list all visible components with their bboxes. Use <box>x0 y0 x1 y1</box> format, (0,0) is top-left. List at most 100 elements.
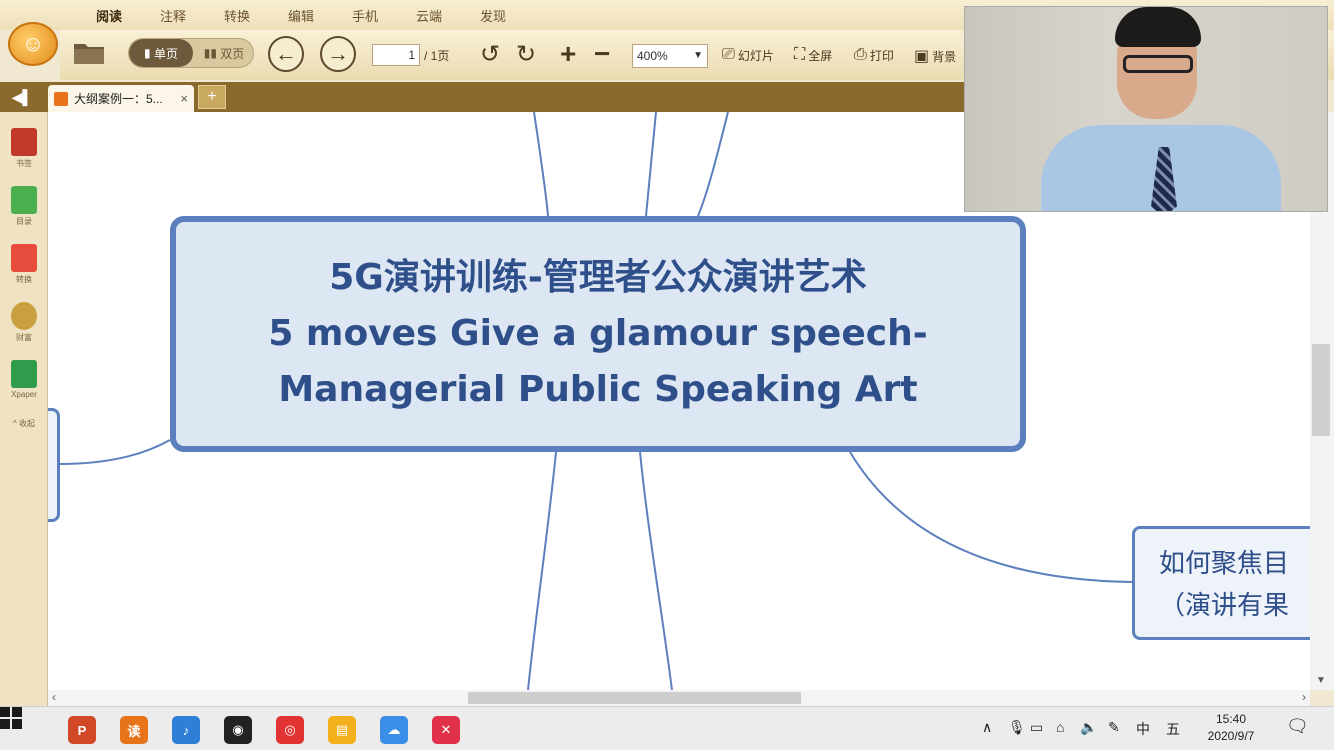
music-icon[interactable]: ♪ <box>172 716 200 744</box>
ime-mode[interactable]: 五 <box>1166 719 1180 739</box>
ime-language[interactable]: 中 <box>1136 719 1150 739</box>
mindmap-topic-left[interactable] <box>48 408 60 522</box>
clock-date: 2020/9/7 <box>1207 729 1255 743</box>
prev-page-button[interactable]: ← <box>268 36 304 72</box>
central-topic-line: 5G演讲训练-管理者公众演讲艺术 <box>329 257 867 298</box>
document-icon <box>54 91 68 106</box>
connector-line <box>849 451 1133 583</box>
clock-time: 15:40 <box>1215 712 1247 726</box>
zoom-in-icon[interactable]: + <box>560 38 576 70</box>
arrow-left-icon: ← <box>275 41 297 66</box>
notification-icon[interactable]: 🗨 <box>1286 716 1309 737</box>
sidebar-item-wealth[interactable]: 财富 <box>4 302 44 343</box>
sidebar-item-xpaper[interactable]: Xpaper <box>4 360 44 399</box>
document-tab-bar: ◀▌ 大纲案例一：5... × + <box>0 82 965 112</box>
single-page-button[interactable]: ▮ 单页 <box>129 39 193 67</box>
sidebar-label: 目录 <box>16 217 32 226</box>
background-button[interactable]: ▣ 背景 <box>914 46 956 66</box>
next-page-button[interactable]: → <box>320 36 356 72</box>
fullscreen-label: 全屏 <box>808 48 833 63</box>
menu-tab-mobile[interactable]: 手机 <box>352 6 378 25</box>
printer-icon: ⎙ <box>854 46 867 63</box>
open-folder-icon[interactable] <box>72 38 106 66</box>
menu-tab-discover[interactable]: 发现 <box>480 6 506 25</box>
central-topic-line: 5 moves Give a glamour speech- <box>268 313 928 354</box>
page-number-input[interactable]: 1 <box>372 44 420 66</box>
double-page-icon: ▮▮ <box>203 46 221 60</box>
vertical-scroll-thumb[interactable] <box>1312 344 1330 436</box>
fullscreen-icon: ⛶ <box>794 46 806 63</box>
sidebar-label: 书签 <box>16 159 32 168</box>
microphone-icon[interactable]: 🎙 <box>1008 719 1026 736</box>
menu-tab-read[interactable]: 阅读 <box>96 6 122 25</box>
topic-line: （演讲有果 <box>1159 591 1290 621</box>
baidu-pan-icon[interactable]: ☁ <box>380 716 408 744</box>
zoom-value: 400% <box>637 49 668 63</box>
connector-line <box>639 451 673 690</box>
new-tab-button[interactable]: + <box>198 85 226 109</box>
xpaper-icon <box>11 360 37 388</box>
horizontal-scrollbar[interactable]: ‹ › <box>48 690 1310 706</box>
connector-line <box>533 112 549 217</box>
sidebar-label: ^ 收起 <box>13 419 35 428</box>
chevron-up-icon[interactable]: ∧ <box>982 719 992 736</box>
files-icon[interactable]: ▤ <box>328 716 356 744</box>
mindmap-central-topic[interactable]: 5G演讲训练-管理者公众演讲艺术 5 moves Give a glamour … <box>170 216 1026 452</box>
reader-icon[interactable]: 读 <box>120 716 148 744</box>
slideshow-button[interactable]: ⎚ 幻灯片 <box>722 46 774 64</box>
chevron-down-icon: ▼ <box>693 50 703 61</box>
sidebar-label: 转换 <box>16 275 32 284</box>
screen: 阅读 注释 转换 编辑 手机 云端 发现 ☺ ▮ 单页 ▮▮ 双页 ← → 1 … <box>0 0 1334 750</box>
pen-icon[interactable]: ✎ <box>1108 719 1120 736</box>
xmind-icon[interactable]: ✕ <box>432 716 460 744</box>
rotate-right-icon[interactable]: ↻ <box>516 40 536 69</box>
wealth-icon <box>11 302 37 330</box>
zoom-select[interactable]: 400% ▼ <box>632 44 708 68</box>
mindmap-topic-right[interactable]: 如何聚焦目 （演讲有果 <box>1132 526 1310 640</box>
rotate-left-icon[interactable]: ↺ <box>480 40 500 69</box>
fullscreen-button[interactable]: ⛶ 全屏 <box>794 46 832 64</box>
sidebar-item-toc[interactable]: 目录 <box>4 186 44 227</box>
document-tab[interactable]: 大纲案例一：5... × <box>48 85 194 112</box>
slideshow-label: 幻灯片 <box>737 48 774 63</box>
sidebar-collapse-icon[interactable]: ◀▌ <box>4 87 40 107</box>
horizontal-scroll-thumb[interactable] <box>468 692 801 704</box>
system-clock[interactable]: 15:40 2020/9/7 <box>1196 711 1266 745</box>
toc-icon <box>11 186 37 214</box>
connector-line <box>645 112 657 217</box>
double-page-button[interactable]: ▮▮ 双页 <box>195 39 253 67</box>
volume-icon[interactable]: 🔈 <box>1080 719 1097 736</box>
presenter-hair <box>1115 7 1201 47</box>
sidebar-item-convert[interactable]: 转换 <box>4 244 44 285</box>
chevron-right-icon[interactable]: › <box>1302 690 1306 704</box>
menu-tab-cloud[interactable]: 云端 <box>416 6 442 25</box>
sidebar-item-bookmarks[interactable]: 书签 <box>4 128 44 169</box>
convert-icon <box>11 244 37 272</box>
arrow-right-icon: → <box>327 41 349 66</box>
single-page-label: 单页 <box>153 46 178 61</box>
zoom-out-icon[interactable]: − <box>594 38 610 70</box>
chevron-left-icon[interactable]: ‹ <box>52 690 56 704</box>
chevron-down-icon[interactable]: ▼ <box>1316 675 1326 686</box>
menu-tab-convert[interactable]: 转换 <box>224 6 250 25</box>
netease-music-icon[interactable]: ◎ <box>276 716 304 744</box>
connector-line <box>59 439 171 465</box>
app-logo-icon[interactable]: ☺ <box>8 22 58 66</box>
connector-line <box>527 451 557 690</box>
windows-start-icon[interactable] <box>0 707 22 729</box>
camera-icon[interactable]: ◉ <box>224 716 252 744</box>
slideshow-icon: ⎚ <box>722 46 735 63</box>
double-page-label: 双页 <box>220 46 245 61</box>
network-icon[interactable]: ⌂ <box>1056 719 1064 735</box>
menu-tab-annotate[interactable]: 注释 <box>160 6 186 25</box>
close-tab-icon[interactable]: × <box>180 91 188 106</box>
print-label: 打印 <box>869 48 894 63</box>
print-button[interactable]: ⎙ 打印 <box>854 46 894 64</box>
sidebar-item-collapse[interactable]: ^ 收起 <box>4 416 44 429</box>
menu-tab-edit[interactable]: 编辑 <box>288 6 314 25</box>
powerpoint-icon[interactable]: P <box>68 716 96 744</box>
background-icon: ▣ <box>914 48 930 65</box>
single-page-icon: ▮ <box>144 46 154 60</box>
windows-taskbar: P 读 ♪ ◉ ◎ ▤ ☁ ✕ ∧ 🎙 ▭ ⌂ 🔈 ✎ 中 五 15:40 2020/9/7 … <box>0 706 1334 750</box>
battery-icon[interactable]: ▭ <box>1030 719 1043 736</box>
